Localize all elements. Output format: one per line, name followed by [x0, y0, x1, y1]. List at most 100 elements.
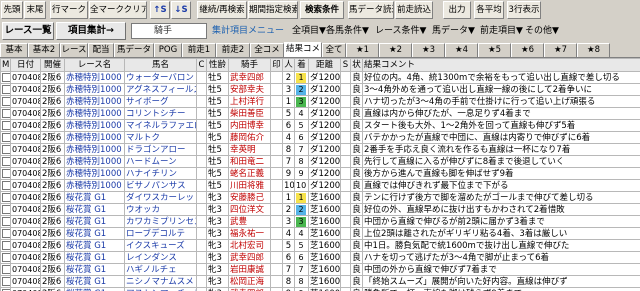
- row-mark-cell[interactable]: [1, 276, 11, 288]
- row-mark-checkbox[interactable]: [2, 265, 11, 274]
- tab-all[interactable]: 全て: [322, 43, 346, 57]
- tab-star6[interactable]: ★6: [511, 43, 544, 57]
- row-mark-cell[interactable]: [1, 156, 11, 168]
- row-mark-cell[interactable]: [1, 84, 11, 96]
- tab-payout[interactable]: 配当: [88, 43, 114, 57]
- row-mark-checkbox[interactable]: [2, 253, 11, 262]
- item-select-field[interactable]: 騎手: [131, 23, 207, 39]
- row-mark-checkbox[interactable]: [2, 229, 11, 238]
- sort-down-button[interactable]: ↓S: [171, 1, 191, 19]
- col-header-horse[interactable]: 馬名: [125, 59, 197, 72]
- col-header-meeting[interactable]: 開催: [41, 59, 65, 72]
- col-header-condition[interactable]: 状: [351, 59, 363, 72]
- table-row[interactable]: 0704082阪6赤穂特別1000サイボーグ牡5上村洋行13ダ1200良ハナ切っ…: [1, 96, 640, 108]
- col-header-mark[interactable]: M: [1, 59, 11, 72]
- col-header-prediction-mark[interactable]: 印: [271, 59, 283, 72]
- three-row-view-button[interactable]: 3行表示: [507, 1, 541, 19]
- table-row[interactable]: 0704082阪6赤穂特別1000ハードムーン牡5和田竜二78ダ1200良先行し…: [1, 156, 640, 168]
- table-row[interactable]: 0704082阪6赤穂特別1000コリントシチー牡5柴田善臣54ダ1200良直線…: [1, 108, 640, 120]
- table-row[interactable]: 0704082阪6赤穂特別1000マルトク牝5藤岡佑介46ダ1200良バテかかっ…: [1, 132, 640, 144]
- load-horse-data-button[interactable]: 馬データ読込: [348, 1, 394, 19]
- race-list-button[interactable]: レース一覧: [2, 22, 54, 40]
- race-condition-dropdown[interactable]: レース条件▼: [375, 24, 426, 38]
- tab-all-comments[interactable]: 全コメ: [250, 43, 284, 57]
- row-mark-checkbox[interactable]: [2, 97, 11, 106]
- table-row[interactable]: 0704082阪6赤穂特別1000ビサノパンサス牡5川田将雅1010ダ1200良…: [1, 180, 640, 192]
- row-mark-cell[interactable]: [1, 144, 11, 156]
- col-header-popularity[interactable]: 人: [283, 59, 295, 72]
- average-button[interactable]: 各平均: [474, 1, 504, 19]
- row-mark-cell[interactable]: [1, 216, 11, 228]
- row-mark-cell[interactable]: [1, 72, 11, 84]
- row-mark-cell[interactable]: [1, 264, 11, 276]
- table-row[interactable]: 0704082阪6赤穂特別1000ドラゴンアロー牡5幸英明87ダ1200良2番手…: [1, 144, 640, 156]
- row-mark-checkbox[interactable]: [2, 193, 11, 202]
- tab-result-comments[interactable]: 結果コメ: [284, 42, 322, 57]
- col-header-c[interactable]: C: [197, 59, 207, 72]
- table-row[interactable]: 0704082阪6桜花賞 G1アストンマーチャン牝3武幸四郎99芝1600良勝負…: [1, 288, 640, 291]
- load-previous-run-button[interactable]: 前走読込: [395, 1, 433, 19]
- row-mark-checkbox[interactable]: [2, 73, 11, 82]
- tab-prev1[interactable]: 前走1: [182, 43, 216, 57]
- tab-horse-data[interactable]: 馬データ: [114, 43, 154, 57]
- row-mark-checkbox[interactable]: [2, 181, 11, 190]
- first-button[interactable]: 先頭: [1, 1, 23, 19]
- table-row[interactable]: 0704082阪6桜花賞 G1ダイワスカーレット牝3安藤勝己11芝1600良テン…: [1, 192, 640, 204]
- row-mark-checkbox[interactable]: [2, 121, 11, 130]
- clear-all-marks-button[interactable]: 全マーククリア: [89, 1, 147, 19]
- results-grid[interactable]: M 日付 開催 レース名 馬名 C 性齢 騎手 印 人 着 距離 S 状 結果コ…: [0, 57, 640, 291]
- tab-pog[interactable]: POG: [154, 43, 182, 57]
- row-mark-checkbox[interactable]: [2, 85, 11, 94]
- col-header-result-comment[interactable]: 結果コメント: [363, 59, 640, 72]
- sort-up-button[interactable]: ↑S: [150, 1, 170, 19]
- other-dropdown[interactable]: その他▼: [525, 24, 559, 38]
- tab-basic[interactable]: 基本: [0, 43, 28, 57]
- table-row[interactable]: 0704082阪6赤穂特別1000アグネスフィールズ牡5安部幸夫32ダ1200良…: [1, 84, 640, 96]
- row-mark-cell[interactable]: [1, 228, 11, 240]
- tab-prev2[interactable]: 前走2: [216, 43, 250, 57]
- tab-star3[interactable]: ★3: [412, 43, 445, 57]
- row-mark-checkbox[interactable]: [2, 241, 11, 250]
- row-mark-cell[interactable]: [1, 168, 11, 180]
- table-row[interactable]: 0704082阪6桜花賞 G1ローブデコルテ牝3福永祐一44芝1600良上位2頭…: [1, 228, 640, 240]
- row-mark-cell[interactable]: [1, 120, 11, 132]
- row-mark-checkbox[interactable]: [2, 169, 11, 178]
- row-mark-checkbox[interactable]: [2, 277, 11, 286]
- tab-star8[interactable]: ★8: [577, 43, 610, 57]
- tab-star1[interactable]: ★1: [346, 43, 379, 57]
- export-button[interactable]: 出力: [443, 1, 471, 19]
- horse-condition-dropdown[interactable]: 各馬条件▼: [326, 24, 369, 38]
- row-mark-checkbox[interactable]: [2, 145, 11, 154]
- tab-race[interactable]: レース: [60, 43, 88, 57]
- period-search-button[interactable]: 期間指定検索: [248, 1, 298, 19]
- col-header-sex-age[interactable]: 性齢: [207, 59, 229, 72]
- col-header-distance[interactable]: 距離: [309, 59, 341, 72]
- last-button[interactable]: 末尾: [24, 1, 46, 19]
- tab-star7[interactable]: ★7: [544, 43, 577, 57]
- row-mark-checkbox[interactable]: [2, 109, 11, 118]
- item-total-button[interactable]: 項目集計→: [56, 22, 126, 40]
- tab-star2[interactable]: ★2: [379, 43, 412, 57]
- table-row[interactable]: 0704082阪6桜花賞 G1ニシノマナムスメ牝3松岡正海88芝1600良「終始…: [1, 276, 640, 288]
- row-mark-cell[interactable]: [1, 192, 11, 204]
- tab-star5[interactable]: ★5: [478, 43, 511, 57]
- previous-run-dropdown[interactable]: 前走項目▼: [480, 24, 523, 38]
- table-row[interactable]: 0704082阪6桜花賞 G1カワカミプリンセス牝3武豊33芝1600良中団から…: [1, 216, 640, 228]
- table-row[interactable]: 0704082阪6桜花賞 G1ハギノルチェ牝3岩田康誠77芝1600良中団の外か…: [1, 264, 640, 276]
- table-row[interactable]: 0704082阪6桜花賞 G1ウオッカ牝3四位洋文22芝1600良好位の外、直線…: [1, 204, 640, 216]
- row-mark-checkbox[interactable]: [2, 157, 11, 166]
- row-mark-cell[interactable]: [1, 132, 11, 144]
- row-mark-checkbox[interactable]: [2, 205, 11, 214]
- table-row[interactable]: 0704082阪6赤穂特別1000ハナイチリン牝5蛯名正義99ダ1200良後方か…: [1, 168, 640, 180]
- row-mark-cell[interactable]: [1, 96, 11, 108]
- col-header-race-name[interactable]: レース名: [65, 59, 125, 72]
- tab-star4[interactable]: ★4: [445, 43, 478, 57]
- row-mark-cell[interactable]: [1, 180, 11, 192]
- col-header-date[interactable]: 日付: [11, 59, 41, 72]
- search-conditions-button[interactable]: 検索条件: [300, 1, 344, 19]
- table-row[interactable]: 0704082阪6赤穂特別1000マイネルラファエロ牡5内田博幸65ダ1200良…: [1, 120, 640, 132]
- table-row[interactable]: 0704082阪6桜花賞 G1イクスキューズ牝3北村宏司55芝1600良中1日。…: [1, 240, 640, 252]
- row-mark-checkbox[interactable]: [2, 217, 11, 226]
- row-mark-cell[interactable]: [1, 204, 11, 216]
- row-mark-cell[interactable]: [1, 288, 11, 291]
